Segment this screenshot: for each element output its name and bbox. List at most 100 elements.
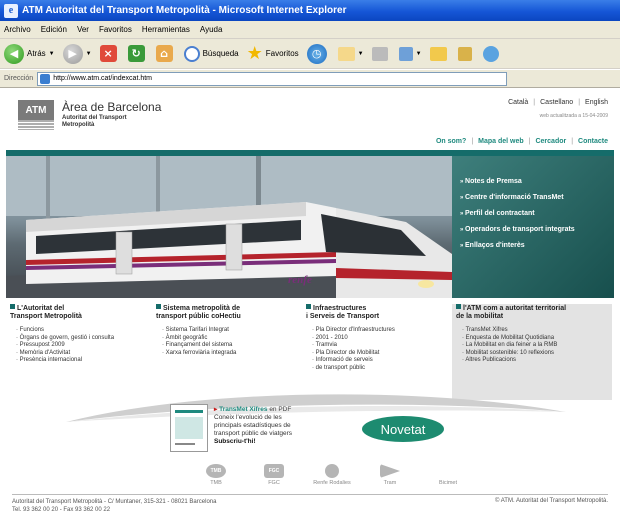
column-link[interactable]: Pla Director de Mobilitat: [312, 350, 446, 358]
address-url: http://www.atm.cat/indexcat.htm: [53, 75, 153, 82]
column-heading-line1: l'ATM com a autoritat territorial: [463, 305, 567, 312]
hero-link-operadors[interactable]: Operadors de transport integrats: [460, 226, 614, 233]
menu-favoritos[interactable]: Favoritos: [99, 25, 132, 34]
menu-herramientas[interactable]: Herramientas: [142, 25, 190, 34]
column-heading-line1: Sistema metropolità de: [163, 305, 241, 312]
edit-button[interactable]: ▼: [398, 46, 422, 61]
column-heading[interactable]: l'ATM com a autoritat territorial de la m…: [456, 304, 608, 321]
column-link[interactable]: de transport públic: [312, 365, 446, 373]
print-button[interactable]: [371, 46, 391, 61]
column-link[interactable]: Àmbit geogràfic: [162, 335, 296, 343]
column-link[interactable]: La Mobilitat en dia feiner a la RMB: [462, 342, 608, 350]
column-link[interactable]: TransMet Xifres: [462, 327, 608, 335]
column-links: TransMet Xifres Enquesta de Mobilitat Qu…: [456, 327, 608, 365]
messenger-button[interactable]: [482, 45, 502, 62]
nav-cercador[interactable]: Cercador: [535, 138, 566, 145]
column-heading-line1: L'Autoritat del: [17, 305, 65, 312]
hero-link-enllacos[interactable]: Enllaços d'interès: [460, 242, 614, 249]
top-nav: On som? | Mapa del web | Cercador | Contacte: [436, 138, 608, 145]
partner-tmb[interactable]: TMB TMB: [196, 464, 236, 486]
partner-name: Tram: [383, 480, 397, 486]
footer-phone-line: Tel. 93 362 00 20 - Fax 93 362 00 22: [12, 507, 111, 513]
back-button[interactable]: ◀ Atrás ▼: [4, 43, 55, 64]
menu-ayuda[interactable]: Ayuda: [200, 25, 223, 34]
mail-button[interactable]: ▼: [337, 46, 364, 61]
column-link[interactable]: Tramvia: [312, 342, 446, 350]
back-dropdown-icon[interactable]: ▼: [49, 51, 55, 57]
folder-icon: [429, 46, 447, 61]
research-button[interactable]: [457, 46, 475, 61]
column-link[interactable]: Finançament del sistema: [162, 342, 296, 350]
column-link[interactable]: 2001 - 2010: [312, 335, 446, 343]
column-link[interactable]: Informació de serveis: [312, 357, 446, 365]
partner-renfe-rodalies[interactable]: Renfe Rodalies: [312, 464, 352, 486]
address-input[interactable]: http://www.atm.cat/indexcat.htm: [37, 71, 508, 86]
site-subtitle-line1: Autoritat del Transport: [62, 115, 127, 121]
thumb-line: [175, 443, 195, 445]
home-icon: ⌂: [155, 45, 173, 62]
bicimet-logo-icon: [438, 464, 458, 478]
lang-catala[interactable]: Català: [508, 99, 528, 106]
column-heading[interactable]: Infraestructures i Serveis de Transport: [306, 304, 446, 321]
nav-contacte[interactable]: Contacte: [578, 138, 608, 145]
home-button[interactable]: ⌂: [155, 45, 176, 62]
search-button[interactable]: Búsqueda: [183, 45, 239, 62]
column-links: Sistema Tarifari Integrat Àmbit geogràfi…: [156, 327, 296, 357]
lang-english[interactable]: English: [585, 99, 608, 106]
promo-line1: Coneix l'evolució de les: [214, 414, 282, 421]
column-link[interactable]: Memòria d'Activitat: [16, 350, 150, 358]
nav-on-som[interactable]: On som?: [436, 138, 466, 145]
mail-dropdown-icon[interactable]: ▼: [358, 51, 364, 57]
column-link[interactable]: Altres Publicacions: [462, 357, 608, 365]
hero-link-contractant[interactable]: Perfil del contractant: [460, 210, 614, 217]
forward-button[interactable]: ▶ ▼: [62, 43, 92, 64]
transmet-pdf-thumbnail[interactable]: [170, 404, 208, 452]
refresh-button[interactable]: ↻: [127, 45, 148, 62]
partner-bicimet[interactable]: Bicimet: [428, 464, 468, 486]
column-link[interactable]: Òrgans de govern, gestió i consulta: [16, 335, 150, 343]
history-button[interactable]: ◷: [306, 43, 330, 64]
atm-logo[interactable]: ATM: [18, 100, 54, 120]
column-link[interactable]: Sistema Tarifari Integrat: [162, 327, 296, 335]
partner-fgc[interactable]: FGC FGC: [254, 464, 294, 486]
hero-link-press[interactable]: Notes de Premsa: [460, 178, 614, 185]
column-heading[interactable]: L'Autoritat del Transport Metropolità: [10, 304, 150, 321]
stop-button[interactable]: ×: [99, 45, 120, 62]
column-link[interactable]: Mobilitat sostenible: 10 reflexions: [462, 350, 608, 358]
lang-castellano[interactable]: Castellano: [540, 99, 573, 106]
nav-mapa-web[interactable]: Mapa del web: [478, 138, 524, 145]
column-heading[interactable]: Sistema metropolità de transport públic c…: [156, 304, 296, 321]
research-icon: [457, 46, 472, 61]
subscribe-link[interactable]: Subscriu-t'hi!: [214, 438, 354, 446]
ie-logo-icon: e: [4, 3, 18, 18]
column-link[interactable]: Presència internacional: [16, 357, 150, 365]
column-atm-autoritat: l'ATM com a autoritat territorial de la m…: [452, 304, 612, 400]
edit-dropdown-icon[interactable]: ▼: [416, 51, 422, 57]
column-link[interactable]: Pla Director d'Infraestructures: [312, 327, 446, 335]
menu-edicion[interactable]: Edición: [41, 25, 67, 34]
partner-logos: TMB TMB FGC FGC Renfe Rodalies Tram Bici…: [196, 464, 486, 486]
column-link[interactable]: Enquesta de Mobilitat Quotidiana: [462, 335, 608, 343]
forward-dropdown-icon[interactable]: ▼: [86, 51, 92, 57]
menu-ver[interactable]: Ver: [77, 25, 89, 34]
column-link[interactable]: Pressupost 2009: [16, 342, 150, 350]
hero-link-transmet[interactable]: Centre d'informació TransMet: [460, 194, 614, 201]
window-titlebar: e ATM Autoritat del Transport Metropolit…: [0, 0, 620, 21]
stop-icon: ×: [99, 45, 117, 62]
column-heading-line2: Transport Metropolità: [10, 313, 82, 320]
window-title: ATM Autoritat del Transport Metropolità …: [22, 5, 347, 16]
partner-tram[interactable]: Tram: [370, 464, 410, 486]
promo-title[interactable]: TransMet Xifres en PDF: [214, 406, 354, 414]
column-link[interactable]: Xarxa ferroviària integrada: [162, 350, 296, 358]
square-bullet-icon: [156, 304, 161, 309]
column-infraestructures: Infraestructuresi Serveis de Transport P…: [306, 304, 446, 372]
column-link[interactable]: Funcions: [16, 327, 150, 335]
forward-arrow-icon: ▶: [62, 43, 83, 64]
promo-text: TransMet Xifres en PDF Coneix l'evolució…: [214, 406, 354, 446]
menu-archivo[interactable]: Archivo: [4, 25, 31, 34]
favorites-button[interactable]: ★ Favoritos: [247, 43, 299, 64]
folder-button[interactable]: [429, 46, 450, 61]
novetat-badge[interactable]: Novetat: [362, 416, 444, 442]
footer-address-line: Autoritat del Transport Metropolità - C/…: [12, 499, 217, 505]
page-icon: [40, 73, 51, 84]
